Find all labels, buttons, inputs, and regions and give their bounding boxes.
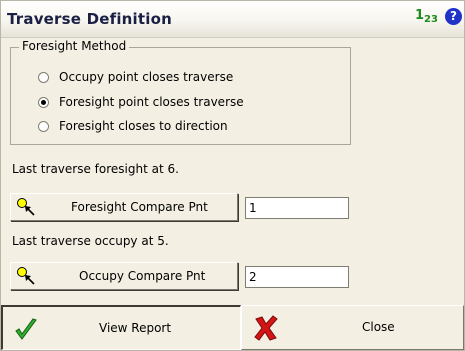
radio-button[interactable] — [38, 71, 49, 83]
last-foresight-status: Last traverse foresight at 6. — [12, 162, 179, 176]
radio-foresight-closes-to-direction[interactable]: Foresight closes to direction — [38, 118, 228, 134]
button-label: Foresight Compare Pnt — [71, 200, 208, 214]
point-pick-icon — [17, 267, 35, 285]
occupy-compare-pnt-input[interactable]: 2 — [245, 266, 349, 288]
foresight-compare-pnt-input[interactable]: 1 — [245, 197, 349, 219]
close-x-icon — [254, 315, 278, 341]
numeric-keypad-icon[interactable]: 123 — [415, 8, 438, 25]
radio-label: Foresight point closes traverse — [59, 95, 244, 109]
view-report-button[interactable]: View Report — [1, 305, 241, 350]
traverse-definition-dialog: Traverse Definition 123 ? Foresight Meth… — [0, 0, 465, 351]
bottom-button-bar: View Report Close — [1, 305, 464, 350]
radio-label: Foresight closes to direction — [59, 119, 228, 133]
foresight-compare-pnt-button[interactable]: Foresight Compare Pnt — [10, 193, 238, 221]
dialog-title: Traverse Definition — [7, 10, 172, 28]
last-occupy-status: Last traverse occupy at 5. — [12, 234, 169, 248]
checkmark-icon — [15, 318, 37, 340]
view-report-label: View Report — [99, 321, 172, 335]
radio-occupy-point-closes-traverse[interactable]: Occupy point closes traverse — [38, 69, 233, 85]
occupy-compare-pnt-button[interactable]: Occupy Compare Pnt — [10, 262, 238, 290]
button-label: Occupy Compare Pnt — [79, 269, 206, 283]
close-label: Close — [362, 320, 395, 334]
radio-button-selected[interactable] — [38, 96, 49, 108]
close-button[interactable]: Close — [241, 305, 464, 350]
radio-button[interactable] — [38, 120, 49, 132]
radio-label: Occupy point closes traverse — [59, 70, 234, 84]
radio-foresight-point-closes-traverse[interactable]: Foresight point closes traverse — [38, 94, 244, 110]
title-bar: Traverse Definition 123 ? — [1, 1, 464, 38]
foresight-method-legend: Foresight Method — [19, 39, 130, 53]
point-pick-icon — [17, 198, 35, 216]
help-icon[interactable]: ? — [445, 8, 462, 25]
